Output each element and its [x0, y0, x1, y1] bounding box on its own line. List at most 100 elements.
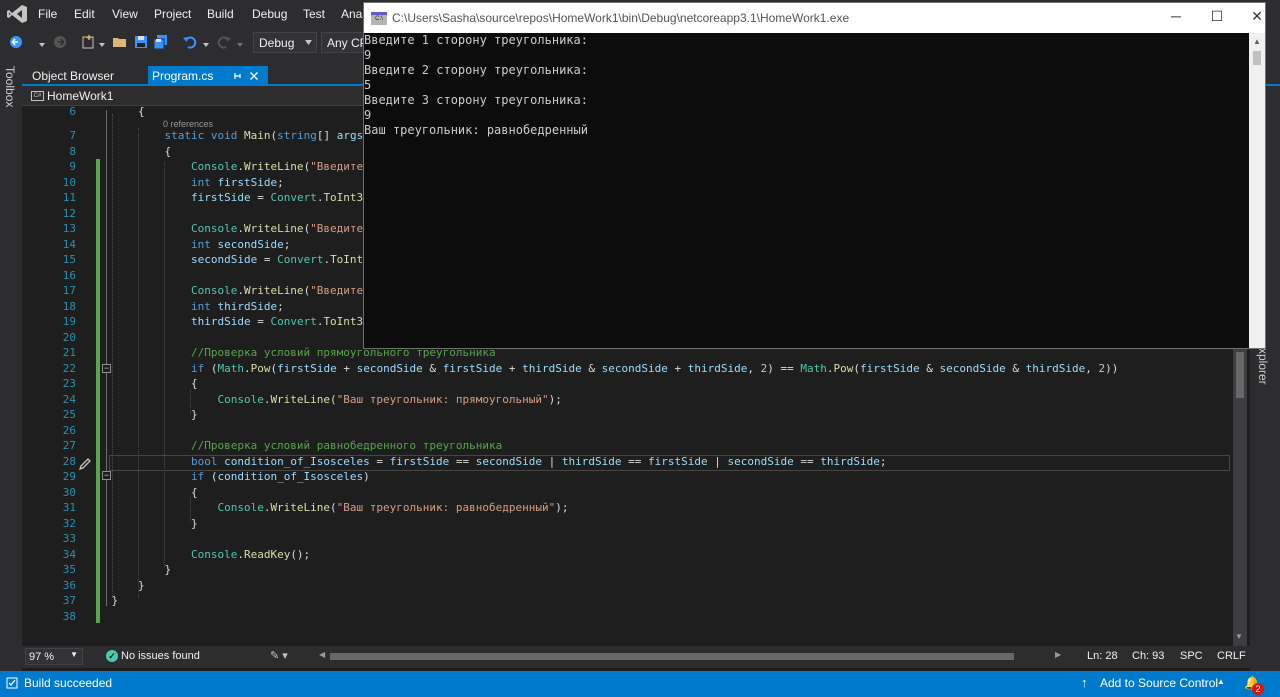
menu-view[interactable]: View — [112, 7, 138, 21]
navigate-back-icon[interactable] — [8, 34, 24, 50]
open-folder-icon[interactable] — [112, 34, 128, 50]
console-title-bar[interactable]: C:\ C:\Users\Sasha\source\repos\HomeWork… — [364, 3, 1265, 33]
line-number: 33 — [62, 532, 76, 545]
console-line: Введите 2 сторону треугольника: — [364, 63, 588, 77]
line-number: 7 — [69, 129, 76, 142]
undo-icon[interactable] — [182, 34, 198, 50]
line-number: 9 — [69, 160, 76, 173]
code-line[interactable]: { — [85, 144, 171, 159]
line-number: 21 — [62, 346, 76, 359]
code-line[interactable]: Console.ReadKey(); — [85, 547, 310, 562]
code-line[interactable]: { — [85, 106, 145, 119]
menu-project[interactable]: Project — [154, 7, 191, 21]
console-line: Введите 1 сторону треугольника: — [364, 33, 588, 47]
code-line[interactable]: firstSide = Convert.ToInt32 — [85, 190, 370, 205]
status-bar: Build succeeded ↑ Add to Source Control … — [0, 671, 1280, 697]
console-line: 9 — [364, 108, 372, 122]
code-line[interactable]: { — [85, 376, 198, 391]
console-scrollbar[interactable]: ▲ — [1249, 33, 1265, 348]
undo-dropdown-icon[interactable] — [202, 41, 210, 49]
code-line[interactable]: thirdSide = Convert.ToInt32 — [85, 314, 370, 329]
line-ending-indicator[interactable]: CRLF — [1217, 650, 1246, 662]
code-line[interactable]: } — [85, 593, 118, 608]
menu-test[interactable]: Test — [303, 7, 325, 21]
add-to-source-control-button[interactable]: Add to Source Control — [1100, 676, 1218, 690]
solution-configuration-select[interactable]: Debug — [253, 32, 317, 53]
csharp-project-icon: C# — [31, 91, 44, 101]
code-line[interactable]: Console.WriteLine("Введите — [85, 159, 363, 174]
build-status: Build succeeded — [24, 676, 113, 690]
pin-icon[interactable] — [232, 71, 242, 81]
horizontal-scrollbar[interactable]: ◀ ▶ — [319, 650, 1062, 663]
console-output[interactable]: Введите 1 сторону треугольника: 9 Введит… — [364, 33, 1249, 348]
maximize-button[interactable]: ☐ — [1206, 8, 1228, 28]
menu-analyze[interactable]: Anal — [341, 7, 365, 21]
line-number: 20 — [62, 330, 76, 344]
notification-count-badge: 2 — [1252, 683, 1264, 695]
navigate-back-dropdown-icon[interactable] — [38, 41, 46, 49]
code-line[interactable]: Console.WriteLine("Ваш треугольник: прям… — [85, 392, 561, 407]
zoom-select[interactable]: 97 % ▼ — [25, 648, 83, 665]
navigate-forward-icon[interactable] — [52, 34, 68, 50]
console-line: Ваш треугольник: равнобедренный — [364, 123, 588, 137]
chevron-up-icon[interactable]: ▲ — [1217, 677, 1225, 686]
code-line[interactable]: secondSide = Convert.ToInt3 — [85, 252, 370, 267]
toolbox-tab[interactable]: Toolbox — [3, 66, 17, 107]
line-number: 23 — [62, 377, 76, 390]
menu-file[interactable]: File — [38, 7, 57, 21]
scrollbar-thumb[interactable] — [1253, 51, 1261, 65]
code-line[interactable]: int firstSide; — [85, 175, 284, 190]
tab-object-browser[interactable]: Object Browser — [22, 66, 142, 86]
redo-dropdown-icon[interactable] — [236, 41, 244, 49]
line-number: 18 — [62, 299, 76, 313]
code-cleanup-icon[interactable]: ✎ ▾ — [270, 649, 288, 662]
tab-program-cs[interactable]: Program.cs — [148, 66, 268, 86]
code-line[interactable]: } — [85, 578, 145, 593]
scroll-down-icon[interactable]: ▼ — [1235, 632, 1243, 641]
code-line[interactable]: //Проверка условий равнобедренного треуг… — [85, 438, 502, 453]
console-window[interactable]: C:\ C:\Users\Sasha\source\repos\HomeWork… — [363, 2, 1266, 349]
code-line[interactable]: Console.WriteLine("Ваш треугольник: равн… — [85, 500, 568, 515]
code-line[interactable]: } — [85, 516, 198, 531]
platform-value: Any CP — [327, 36, 363, 50]
line-number: 14 — [62, 237, 76, 251]
issues-status[interactable]: No issues found — [121, 650, 200, 662]
code-line[interactable]: int thirdSide; — [85, 299, 284, 314]
line-number: 12 — [62, 206, 76, 220]
code-line[interactable]: if (condition_of_Isosceles) — [85, 469, 370, 484]
close-icon[interactable] — [249, 71, 259, 81]
code-line[interactable]: bool condition_of_Isosceles = firstSide … — [85, 454, 886, 469]
scroll-left-icon[interactable]: ◀ — [319, 650, 325, 659]
redo-icon[interactable] — [216, 34, 232, 50]
line-number: 10 — [62, 175, 76, 189]
code-line[interactable]: static void Main(string[] args) — [85, 128, 369, 143]
whitespace-indicator[interactable]: SPC — [1180, 650, 1203, 662]
solution-explorer-tab[interactable]: xplorer — [1256, 348, 1270, 385]
code-line[interactable]: } — [85, 562, 171, 577]
configuration-value: Debug — [259, 36, 295, 50]
close-window-button[interactable]: ✕ — [1246, 8, 1268, 28]
minimize-button[interactable]: ─ — [1165, 8, 1187, 28]
new-project-icon[interactable] — [80, 34, 96, 50]
code-line[interactable]: if (Math.Pow(firstSide + secondSide & fi… — [85, 361, 1118, 376]
arrow-up-icon: ↑ — [1081, 675, 1088, 690]
menu-build[interactable]: Build — [207, 7, 234, 21]
code-line[interactable]: int secondSide; — [85, 237, 290, 252]
solution-platform-select[interactable]: Any CP — [321, 32, 363, 53]
scroll-right-icon[interactable]: ▶ — [1055, 650, 1061, 659]
line-number: 22 — [62, 361, 76, 375]
code-line[interactable]: } — [85, 407, 198, 422]
code-line[interactable]: Console.WriteLine("Введите — [85, 221, 363, 236]
code-line[interactable]: { — [85, 485, 198, 500]
new-project-dropdown-icon[interactable] — [98, 41, 106, 49]
save-icon[interactable] — [133, 34, 149, 50]
zoom-value: 97 % — [29, 651, 55, 663]
menu-edit[interactable]: Edit — [74, 7, 95, 21]
scroll-up-icon[interactable]: ▲ — [1253, 37, 1261, 46]
scrollbar-thumb[interactable] — [1236, 352, 1244, 398]
code-line[interactable]: Console.WriteLine("Введите — [85, 283, 363, 298]
menu-debug[interactable]: Debug — [252, 7, 287, 21]
save-all-icon[interactable] — [153, 34, 169, 50]
scrollbar-thumb[interactable] — [330, 653, 1014, 660]
project-selector[interactable]: HomeWork1 — [47, 89, 113, 103]
